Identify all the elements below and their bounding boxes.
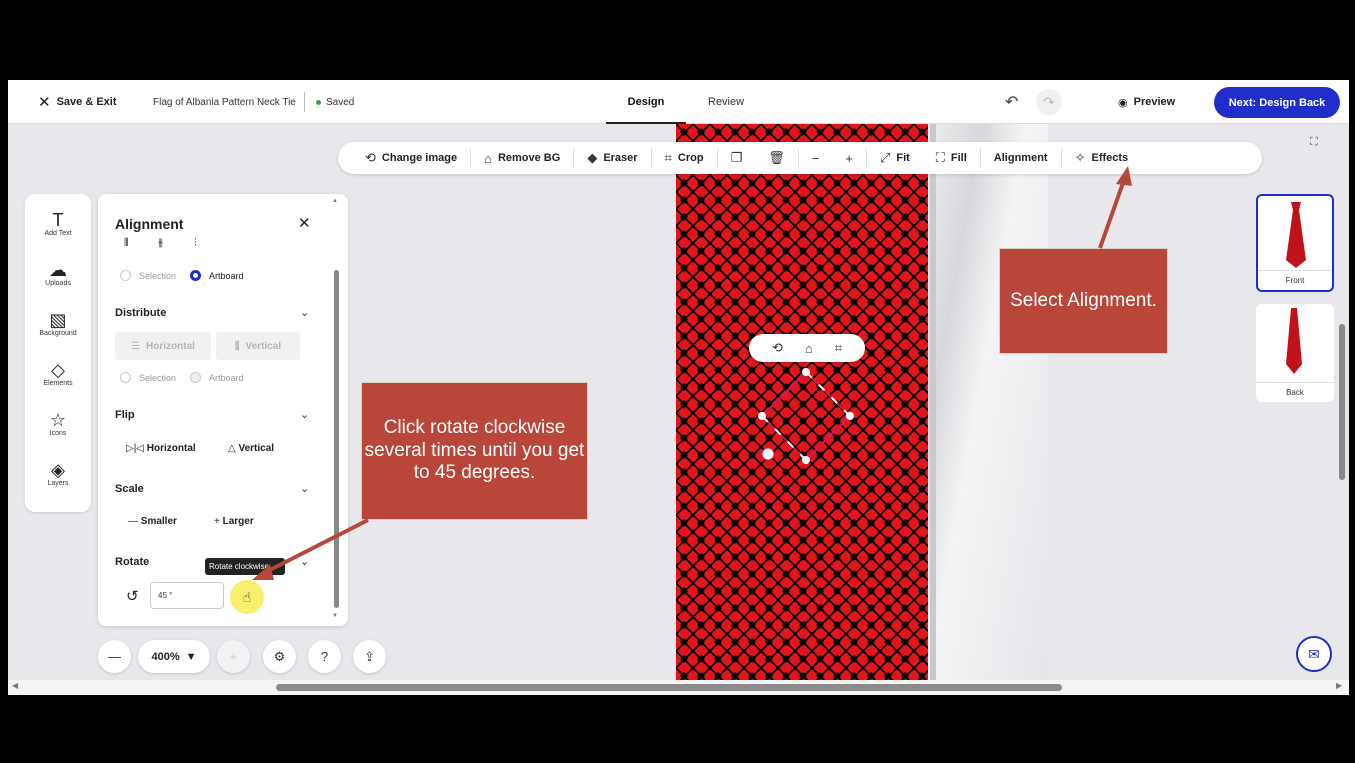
vertical-scrollbar[interactable]: [1339, 324, 1345, 480]
scroll-right-arrow[interactable]: ▶: [1336, 681, 1342, 690]
arrow-head: [252, 564, 274, 580]
arrow-head: [1116, 166, 1132, 186]
instruction-arrows: [252, 166, 1132, 580]
tie-back-thumbnail: [1286, 308, 1302, 374]
horizontal-scrollbar[interactable]: [276, 684, 1062, 691]
chat-icon: ✉: [1308, 645, 1320, 662]
thumbnail-front[interactable]: Front: [1256, 194, 1334, 292]
design-editor: ✕ Save & Exit Flag of Albania Pattern Ne…: [8, 80, 1349, 695]
tie-front-thumbnail: [1286, 202, 1306, 268]
chat-assistant-button[interactable]: ✉: [1296, 636, 1332, 672]
arrow-to-rotate: [261, 518, 369, 576]
fit-to-screen-icon[interactable]: ⛶: [1310, 136, 1318, 149]
scroll-left-arrow[interactable]: ◀: [12, 681, 18, 690]
thumbnail-label: Back: [1256, 382, 1334, 402]
thumbnail-back[interactable]: Back: [1256, 304, 1334, 402]
arrow-to-alignment: [1098, 179, 1126, 249]
thumbnail-label: Front: [1258, 270, 1332, 290]
